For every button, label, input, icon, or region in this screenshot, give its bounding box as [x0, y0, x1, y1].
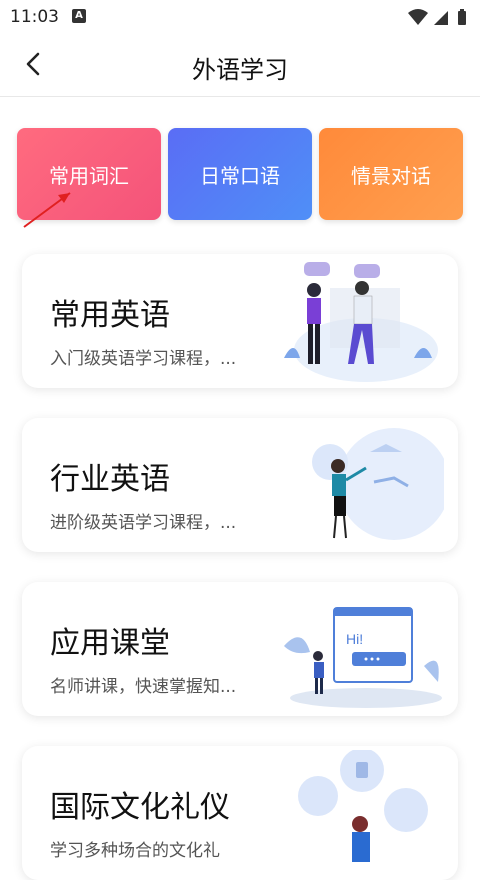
- app-header: 外语学习: [0, 34, 480, 97]
- course-card-international-etiquette[interactable]: 国际文化礼仪 学习多种场合的文化礼: [22, 746, 458, 880]
- tile-label: 日常口语: [200, 163, 280, 188]
- annotation-arrow-icon: [23, 192, 71, 228]
- wifi-icon: [408, 9, 428, 25]
- card-title: 国际文化礼仪: [50, 790, 230, 825]
- battery-icon: [458, 9, 466, 25]
- hi-text: Hi!: [346, 631, 363, 647]
- tile-label: 情景对话: [351, 163, 431, 188]
- hi-chat-window-illustration: Hi!: [284, 607, 442, 708]
- status-time: 11:03: [10, 7, 59, 27]
- card-description: 进阶级英语学习课程，...: [50, 513, 237, 533]
- status-bar: 11:03 A: [0, 0, 480, 34]
- card-description: 名师讲课，快速掌握知...: [50, 677, 237, 697]
- course-card-industry-english[interactable]: 行业英语 进阶级英语学习课程，...: [22, 418, 458, 552]
- business-woman-illustration: [312, 428, 444, 540]
- course-card-applied-classroom[interactable]: 应用课堂 名师讲课，快速掌握知... Hi!: [22, 582, 458, 716]
- tile-scenario-dialog[interactable]: 情景对话: [319, 128, 463, 220]
- card-description: 学习多种场合的文化礼: [50, 841, 220, 861]
- card-description: 入门级英语学习课程，...: [50, 349, 237, 369]
- page-title: 外语学习: [192, 56, 288, 84]
- a-notification-icon: A: [72, 9, 86, 23]
- two-people-talking-illustration: [284, 262, 438, 382]
- status-icons: [406, 7, 470, 27]
- signal-icon: [434, 11, 448, 25]
- travel-woman-illustration: [298, 750, 428, 862]
- card-title: 常用英语: [50, 298, 170, 333]
- card-title: 应用课堂: [50, 626, 170, 661]
- course-card-common-english[interactable]: 常用英语 入门级英语学习课程，...: [22, 254, 458, 388]
- card-title: 行业英语: [50, 462, 170, 497]
- tile-daily-speaking[interactable]: 日常口语: [168, 128, 312, 220]
